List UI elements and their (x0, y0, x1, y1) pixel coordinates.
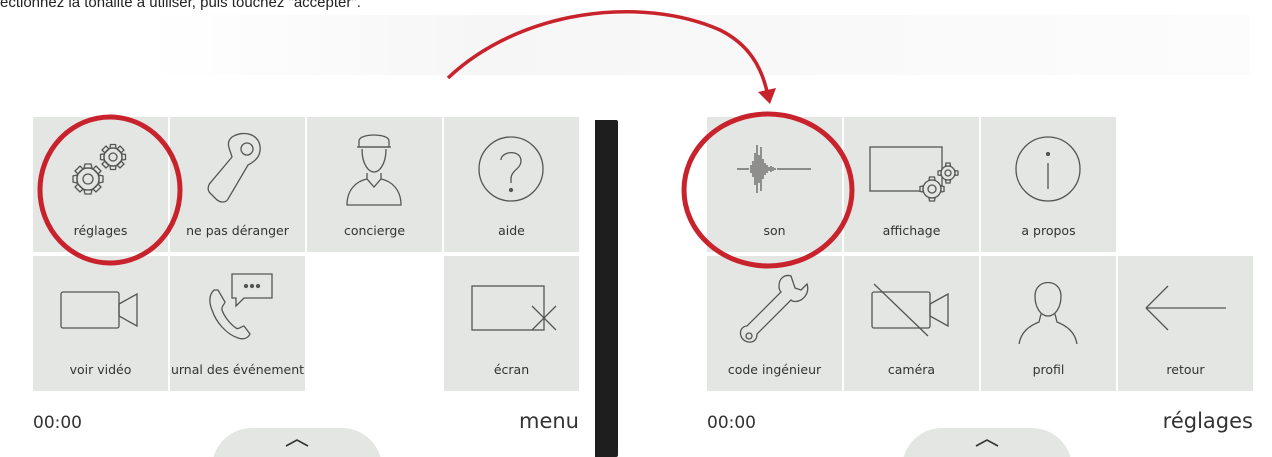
tile-label: son (763, 223, 786, 238)
tile-ecran[interactable]: écran (444, 256, 579, 391)
camera-off-icon (871, 283, 949, 337)
tile-journal[interactable]: urnal des événement (170, 256, 305, 391)
tile-label: code ingénieur (727, 362, 822, 377)
tile-label: a propos (1021, 223, 1076, 238)
status-time: 00:00 (707, 413, 756, 433)
tile-label: retour (1166, 362, 1205, 377)
tile-label: aide (498, 223, 525, 238)
tile-label: voir vidéo (69, 362, 132, 377)
video-camera-icon (60, 291, 138, 329)
right-screen: son affichage a propos code ingénieur ca… (690, 112, 1272, 457)
info-icon (1015, 136, 1081, 202)
display-settings-icon (869, 146, 959, 202)
screen-title: menu (519, 409, 579, 433)
left-screen: réglages ne pas déranger concierge aide (0, 112, 595, 457)
tile-label: affichage (882, 223, 941, 238)
tile-label: écran (493, 362, 530, 377)
tile-voir-video[interactable]: voir vidéo (33, 256, 168, 391)
profile-icon (1018, 281, 1078, 345)
tile-label: caméra (887, 362, 936, 377)
chevron-up-icon (285, 439, 309, 447)
tile-label: profil (1032, 362, 1065, 377)
call-log-icon (209, 273, 273, 340)
gears-icon (72, 143, 127, 195)
tile-son[interactable]: son (707, 117, 842, 252)
wrench-icon (739, 274, 809, 343)
background-watermark (150, 15, 1250, 75)
concierge-icon (346, 134, 402, 206)
tile-label: réglages (73, 223, 128, 238)
tile-retour[interactable]: retour (1118, 256, 1253, 391)
tile-concierge[interactable]: concierge (307, 117, 442, 252)
sound-wave-icon (737, 145, 811, 193)
pull-up-tab[interactable] (212, 428, 382, 457)
tile-reglages[interactable]: réglages (33, 117, 168, 252)
tile-code-ingenieur[interactable]: code ingénieur (707, 256, 842, 391)
back-arrow-icon (1145, 285, 1226, 331)
tile-a-propos[interactable]: a propos (981, 117, 1116, 252)
tile-aide[interactable]: aide (444, 117, 579, 252)
tile-label: urnal des événement (170, 362, 305, 377)
arrow-head-icon (758, 88, 776, 104)
tile-affichage[interactable]: affichage (844, 117, 979, 252)
screen-off-icon (471, 285, 557, 331)
status-time: 00:00 (33, 413, 82, 433)
tile-camera[interactable]: caméra (844, 256, 979, 391)
screen-title: réglages (1162, 409, 1253, 433)
tile-ne-pas-deranger[interactable]: ne pas déranger (170, 117, 305, 252)
help-icon (478, 136, 544, 202)
chevron-up-icon (975, 439, 999, 447)
tile-label: concierge (343, 223, 406, 238)
pull-up-tab[interactable] (902, 428, 1072, 457)
instruction-text: ectionnez la tonalité à utiliser, puis t… (0, 0, 361, 11)
tile-label: ne pas déranger (186, 223, 289, 238)
tile-profil[interactable]: profil (981, 256, 1116, 391)
door-hanger-icon (207, 132, 261, 203)
